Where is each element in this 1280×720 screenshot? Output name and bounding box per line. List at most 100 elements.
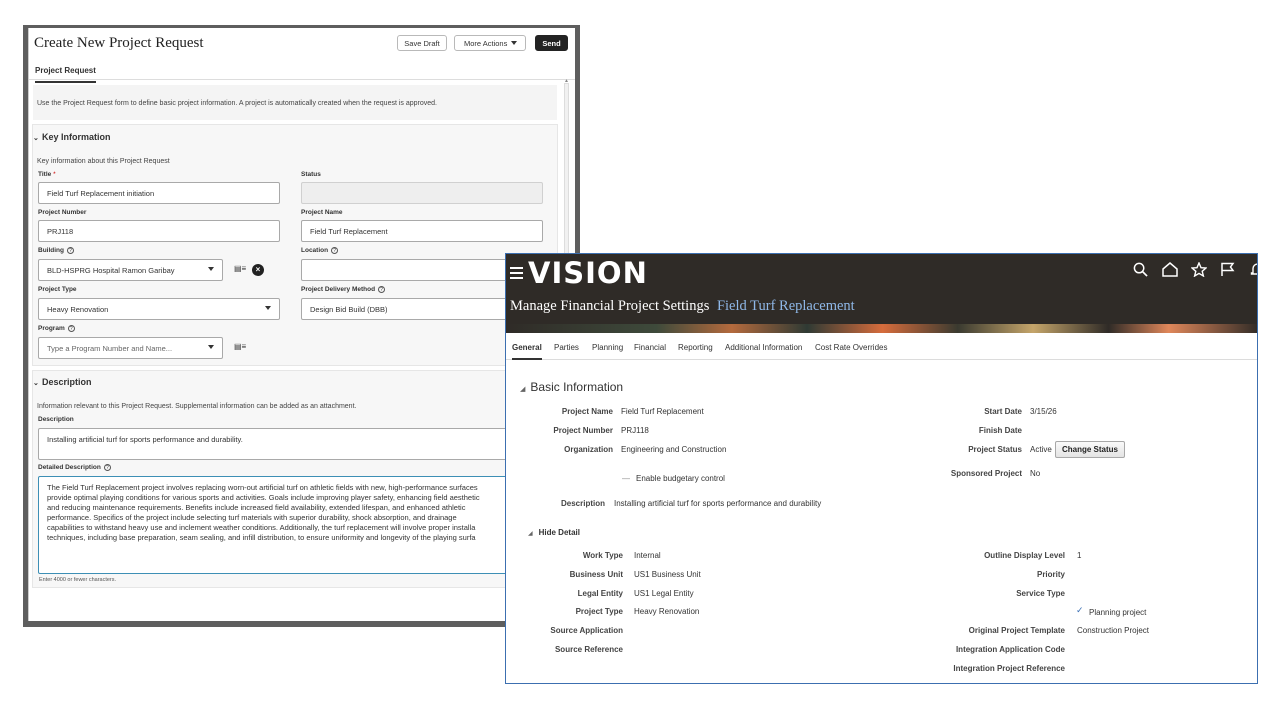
home-icon[interactable] — [1162, 262, 1178, 281]
decorative-banner — [506, 324, 1257, 333]
tab-general[interactable]: General — [512, 343, 542, 360]
description-textarea[interactable]: Installing artificial turf for sports pe… — [38, 428, 538, 460]
more-actions-label: More Actions — [464, 38, 508, 48]
help-icon[interactable]: ? — [67, 247, 74, 254]
detailed-description-label-text: Detailed Description — [38, 464, 101, 471]
hide-detail-label: Hide Detail — [538, 528, 580, 537]
star-icon[interactable] — [1190, 261, 1208, 281]
list-search-icon[interactable]: ▤≡ — [234, 264, 246, 273]
chevron-down-icon — [265, 306, 271, 310]
list-search-icon[interactable]: ▤≡ — [234, 342, 246, 351]
help-icon[interactable]: ? — [331, 247, 339, 254]
page-title: Manage Financial Project Settings Field … — [510, 298, 855, 315]
chevron-down-icon: ⌄ — [33, 380, 39, 387]
vision-logo: VISION — [528, 256, 648, 290]
service-type-label: Service Type — [1016, 589, 1065, 598]
planning-project-label: Planning project — [1089, 608, 1147, 617]
project-request-window: Create New Project Request Save Draft Mo… — [28, 28, 575, 621]
tab-additional-information[interactable]: Additional Information — [725, 343, 802, 352]
detailed-description-textarea[interactable]: The Field Turf Replacement project invol… — [38, 476, 538, 574]
business-unit-label: Business Unit — [569, 570, 623, 579]
building-select[interactable]: BLD-HSPRG Hospital Ramon Garibay — [38, 259, 223, 281]
search-icon[interactable] — [1133, 262, 1148, 281]
location-label-text: Location — [301, 247, 329, 254]
basic-information-header[interactable]: ◢ Basic Information — [520, 380, 623, 394]
help-icon[interactable]: ? — [67, 325, 75, 332]
description-label: Description — [560, 499, 605, 508]
text-line: capabilities to withstand heavy use and … — [47, 523, 476, 532]
chevron-down-icon: ⌄ — [33, 135, 39, 142]
source-reference-label: Source Reference — [554, 645, 623, 654]
integration-project-reference-label: Integration Project Reference — [953, 664, 1065, 673]
key-information-header[interactable]: ⌄ Key Information — [33, 132, 111, 142]
text-line: provide optimal playing conditions for v… — [47, 493, 480, 502]
tab-reporting[interactable]: Reporting — [678, 343, 713, 352]
sponsored-project-value: No — [1030, 469, 1041, 478]
project-name-input[interactable]: Field Turf Replacement — [301, 220, 543, 242]
building-label-text: Building — [38, 247, 64, 254]
outline-display-level-value: 1 — [1077, 551, 1082, 560]
project-type-value: Heavy Renovation — [47, 305, 109, 314]
basic-information-heading: Basic Information — [530, 380, 624, 394]
work-type-value: Internal — [634, 551, 661, 560]
location-label: Location? — [301, 247, 339, 254]
description-intro: Information relevant to this Project Req… — [37, 403, 357, 410]
organization-value: Engineering and Construction — [621, 445, 727, 454]
program-select[interactable]: Type a Program Number and Name... — [38, 337, 223, 359]
project-type-label: Project Type — [38, 286, 77, 293]
chevron-down-icon — [208, 345, 214, 349]
help-icon[interactable]: ? — [103, 464, 111, 471]
delivery-method-label-text: Project Delivery Method — [301, 286, 376, 293]
help-icon[interactable]: ? — [378, 286, 386, 293]
project-number-input[interactable]: PRJ118 — [38, 220, 280, 242]
outline-display-level-label: Outline Display Level — [984, 551, 1065, 560]
tab-planning[interactable]: Planning — [592, 343, 623, 352]
budgetary-control-label[interactable]: Enable budgetary control — [636, 474, 725, 483]
description-header[interactable]: ⌄ Description — [33, 377, 92, 387]
title-label-text: Title — [38, 171, 52, 178]
more-actions-button[interactable]: More Actions — [454, 35, 526, 51]
send-button[interactable]: Send — [535, 35, 568, 51]
finish-date-label: Finish Date — [978, 426, 1022, 435]
program-placeholder: Type a Program Number and Name... — [47, 344, 173, 353]
change-status-button[interactable]: Change Status — [1055, 441, 1125, 458]
text-line: and reducing maintenance requirements. B… — [47, 503, 466, 512]
required-marker: * — [53, 171, 56, 178]
integration-application-code-label: Integration Application Code — [955, 645, 1065, 654]
project-number-value: PRJ118 — [621, 426, 649, 435]
text-line: performance. Specifics of the project in… — [47, 513, 457, 522]
tab-cost-rate-overrides[interactable]: Cost Rate Overrides — [815, 343, 887, 352]
title-input[interactable]: Field Turf Replacement initiation — [38, 182, 280, 204]
project-type-label: Project Type — [575, 607, 623, 616]
page-title-text: Manage Financial Project Settings — [510, 298, 710, 314]
tab-project-request[interactable]: Project Request — [35, 66, 96, 83]
detailed-description-label: Detailed Description? — [38, 464, 111, 471]
hide-detail-toggle[interactable]: ◢ Hide Detail — [528, 528, 580, 537]
bell-icon[interactable] — [1250, 262, 1257, 281]
key-information-intro: Key information about this Project Reque… — [37, 158, 170, 165]
flag-icon[interactable] — [1220, 262, 1235, 281]
description-value: Installing artificial turf for sports pe… — [614, 499, 822, 508]
tab-bar: General Parties Planning Financial Repor… — [506, 334, 1257, 360]
clear-icon[interactable]: × — [252, 264, 264, 276]
save-draft-button[interactable]: Save Draft — [397, 35, 447, 51]
project-status-value: Active — [1030, 445, 1052, 454]
collapse-triangle-icon: ◢ — [520, 386, 526, 393]
project-name-label: Project Name — [301, 209, 343, 216]
start-date-value: 3/15/26 — [1030, 407, 1057, 416]
collapse-triangle-icon: ◢ — [528, 531, 533, 537]
checkmark-icon[interactable]: ✓ — [1076, 605, 1084, 616]
menu-icon[interactable] — [510, 264, 523, 282]
project-number-label: Project Number — [553, 426, 613, 435]
program-label-text: Program — [38, 325, 65, 332]
tab-financial[interactable]: Financial — [634, 343, 666, 352]
project-type-select[interactable]: Heavy Renovation — [38, 298, 280, 320]
info-banner: Use the Project Request form to define b… — [33, 85, 557, 120]
tab-parties[interactable]: Parties — [554, 343, 579, 352]
building-value: BLD-HSPRG Hospital Ramon Garibay — [47, 266, 175, 275]
priority-label: Priority — [1036, 570, 1065, 579]
tab-divider — [29, 79, 575, 80]
project-number-label: Project Number — [38, 209, 87, 216]
program-label: Program? — [38, 325, 75, 332]
text-line: techniques, including base preparation, … — [47, 533, 476, 542]
